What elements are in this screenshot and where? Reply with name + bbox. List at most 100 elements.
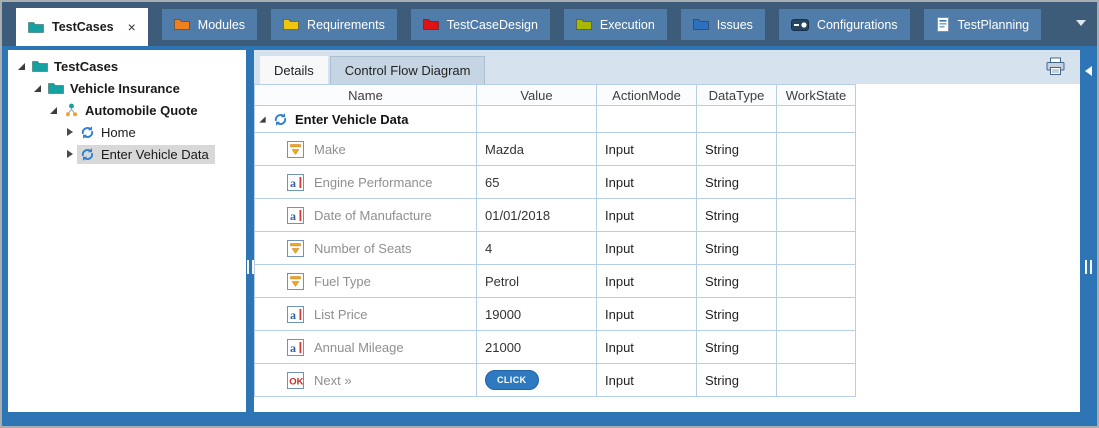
name-cell[interactable]: a Engine Performance — [255, 166, 477, 199]
tree-expander-icon[interactable] — [62, 128, 77, 136]
actionmode-cell[interactable]: Input — [597, 166, 697, 199]
folder-icon — [576, 18, 592, 31]
tree-expander-icon[interactable] — [46, 107, 61, 114]
tree-expander-icon[interactable] — [62, 150, 77, 158]
actionmode-cell[interactable]: Input — [597, 133, 697, 166]
name-cell[interactable]: a Date of Manufacture — [255, 199, 477, 232]
click-button[interactable]: CLICK — [485, 370, 539, 390]
datatype-cell[interactable]: String — [697, 298, 777, 331]
workstate-cell[interactable] — [777, 106, 856, 133]
tab-requirements[interactable]: Requirements — [271, 9, 397, 40]
tab-label: TestCaseDesign — [447, 18, 538, 32]
text-value-icon: a — [287, 174, 304, 191]
param-name: Number of Seats — [314, 241, 412, 256]
datatype-cell[interactable] — [697, 106, 777, 133]
row-list-price[interactable]: a List Price 19000 Input String — [255, 298, 856, 331]
value-cell[interactable]: 21000 — [477, 331, 597, 364]
testcase-icon — [64, 103, 79, 118]
collapse-panel-icon[interactable] — [1085, 66, 1092, 76]
row-number-of-seats[interactable]: Number of Seats 4 Input String — [255, 232, 856, 265]
tab-details[interactable]: Details — [260, 56, 328, 84]
workstate-cell[interactable] — [777, 364, 856, 397]
tree-item-enter-vehicle-data[interactable]: Enter Vehicle Data — [8, 143, 246, 165]
sync-icon — [273, 112, 288, 127]
name-cell[interactable]: Make — [255, 133, 477, 166]
expand-collapse-icon[interactable] — [259, 116, 265, 122]
datatype-cell[interactable]: String — [697, 265, 777, 298]
workstate-cell[interactable] — [777, 265, 856, 298]
value-cell[interactable]: 19000 — [477, 298, 597, 331]
datatype-cell[interactable]: String — [697, 331, 777, 364]
tab-label: TestPlanning — [958, 18, 1030, 32]
table-header-row: Name Value ActionMode DataType WorkState — [255, 85, 856, 106]
row-annual-mileage[interactable]: a Annual Mileage 21000 Input String — [255, 331, 856, 364]
teststep-group-row[interactable]: Enter Vehicle Data — [255, 106, 856, 133]
name-cell[interactable]: a List Price — [255, 298, 477, 331]
workstate-cell[interactable] — [777, 166, 856, 199]
close-tab-icon[interactable]: × — [128, 20, 136, 34]
svg-text:a: a — [290, 176, 296, 190]
text-value-icon: a — [287, 207, 304, 224]
tab-execution[interactable]: Execution — [564, 9, 667, 40]
actionmode-cell[interactable] — [597, 106, 697, 133]
tab-modules[interactable]: Modules — [162, 9, 257, 40]
folder-icon — [28, 21, 44, 34]
row-fuel-type[interactable]: Fuel Type Petrol Input String — [255, 265, 856, 298]
value-cell[interactable]: 65 — [477, 166, 597, 199]
tab-label: Issues — [717, 18, 753, 32]
param-name: Next » — [314, 373, 352, 388]
splitter-handle[interactable] — [1085, 260, 1092, 274]
row-date-of-manufacture[interactable]: a Date of Manufacture 01/01/2018 Input S… — [255, 199, 856, 232]
row-next[interactable]: OK Next » CLICK Input String — [255, 364, 856, 397]
tree-expander-icon[interactable] — [14, 63, 29, 70]
name-cell[interactable]: Fuel Type — [255, 265, 477, 298]
tab-overflow-icon[interactable] — [1076, 20, 1086, 26]
tree-item-home[interactable]: Home — [8, 121, 246, 143]
datatype-cell[interactable]: String — [697, 166, 777, 199]
workstate-cell[interactable] — [777, 199, 856, 232]
group-name-cell: Enter Vehicle Data — [255, 106, 477, 133]
datatype-cell[interactable]: String — [697, 133, 777, 166]
value-cell[interactable] — [477, 106, 597, 133]
workstate-cell[interactable] — [777, 298, 856, 331]
actionmode-cell[interactable]: Input — [597, 265, 697, 298]
workstate-cell[interactable] — [777, 133, 856, 166]
param-name: Date of Manufacture — [314, 208, 432, 223]
tree-item-vehicle-insurance[interactable]: Vehicle Insurance — [8, 77, 246, 99]
actionmode-cell[interactable]: Input — [597, 331, 697, 364]
datatype-cell[interactable]: String — [697, 232, 777, 265]
tab-control-flow-diagram[interactable]: Control Flow Diagram — [330, 56, 486, 84]
tree-expander-icon[interactable] — [30, 85, 45, 92]
tab-testcases[interactable]: TestCases × — [16, 8, 148, 46]
datatype-cell[interactable]: String — [697, 199, 777, 232]
tab-testplanning[interactable]: TestPlanning — [924, 9, 1042, 40]
actionmode-cell[interactable]: Input — [597, 298, 697, 331]
tab-testcasedesign[interactable]: TestCaseDesign — [411, 9, 550, 40]
row-engine-performance[interactable]: a Engine Performance 65 Input String — [255, 166, 856, 199]
svg-text:a: a — [290, 308, 296, 322]
actionmode-cell[interactable]: Input — [597, 364, 697, 397]
value-cell[interactable]: CLICK — [477, 364, 597, 397]
value-cell[interactable]: 4 — [477, 232, 597, 265]
name-cell[interactable]: a Annual Mileage — [255, 331, 477, 364]
tree-item-testcases[interactable]: TestCases — [8, 55, 246, 77]
workstate-cell[interactable] — [777, 232, 856, 265]
value-cell[interactable]: Mazda — [477, 133, 597, 166]
tab-configurations[interactable]: Configurations — [779, 9, 910, 40]
tree-item-automobile-quote[interactable]: Automobile Quote — [8, 99, 246, 121]
name-cell[interactable]: Number of Seats — [255, 232, 477, 265]
print-button[interactable] — [1045, 57, 1066, 79]
tree-item-label: Enter Vehicle Data — [101, 147, 209, 162]
workstate-cell[interactable] — [777, 331, 856, 364]
value-cell[interactable]: 01/01/2018 — [477, 199, 597, 232]
value-cell[interactable]: Petrol — [477, 265, 597, 298]
actionmode-cell[interactable]: Input — [597, 199, 697, 232]
datatype-cell[interactable]: String — [697, 364, 777, 397]
folder-icon — [174, 18, 190, 31]
name-cell[interactable]: OK Next » — [255, 364, 477, 397]
splitter-handle[interactable] — [247, 260, 254, 274]
tab-label: Requirements — [307, 18, 385, 32]
row-make[interactable]: Make Mazda Input String — [255, 133, 856, 166]
actionmode-cell[interactable]: Input — [597, 232, 697, 265]
tab-issues[interactable]: Issues — [681, 9, 765, 40]
